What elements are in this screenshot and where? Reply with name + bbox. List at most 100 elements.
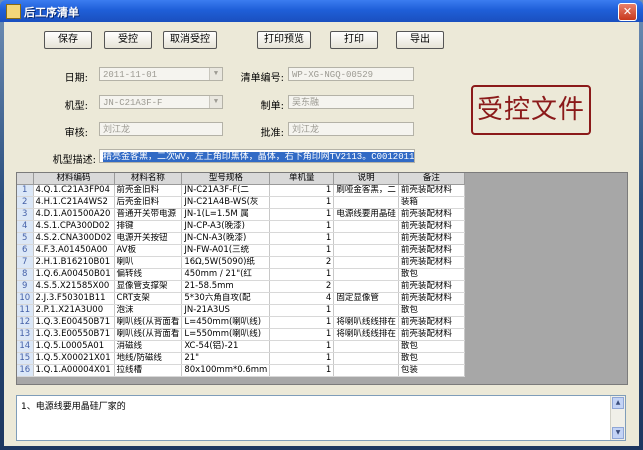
column-header[interactable]	[17, 173, 34, 185]
table-cell[interactable]: 喇叭线(从背面看	[114, 316, 183, 329]
table-cell[interactable]	[333, 256, 399, 269]
table-cell[interactable]: 喇叭	[114, 256, 183, 269]
table-cell[interactable]: 电源开关按钮	[114, 232, 183, 245]
title-bar[interactable]: 后工序清单 ✕	[0, 0, 643, 22]
table-cell[interactable]	[333, 280, 399, 293]
scroll-down-icon[interactable]: ▼	[612, 427, 624, 439]
table-cell[interactable]: JN-C21A3F-F(二	[181, 184, 271, 197]
table-row[interactable]: 14 1.Q.5.L0005A01 消磁线 XC-54(铝)-21 1 散包	[17, 340, 465, 353]
table-cell[interactable]: 普通开关带电源	[114, 208, 183, 221]
table-cell[interactable]: 1	[269, 244, 335, 257]
table-row[interactable]: 10 2.J.3.F50301B11 CRT支架 5*30六角自攻(配 4 固定显像管 前壳…	[17, 292, 465, 305]
table-cell[interactable]: 泡沫	[114, 304, 183, 317]
table-cell[interactable]: 前壳装配材料	[398, 292, 465, 305]
row-number[interactable]: 7	[17, 256, 34, 269]
table-cell[interactable]: 450mm / 21"(红	[181, 268, 271, 281]
table-cell[interactable]: 前壳装配材料	[398, 316, 465, 329]
table-row[interactable]: 3 4.D.1.A01500A20 普通开关带电源 JN-1(L=1.5M 属 1 电源线…	[17, 208, 465, 221]
table-cell[interactable]: 刷哑金客黑，二	[333, 184, 399, 197]
row-number[interactable]: 2	[17, 196, 34, 209]
export-button[interactable]: 导出	[396, 31, 444, 49]
table-row[interactable]: 9 4.S.5.X21585X00 显像管支撑架 21-58.5mm 2 前壳装配材料	[17, 280, 465, 293]
table-cell[interactable]: 包装	[398, 364, 465, 377]
table-cell[interactable]: 4.S.2.CNA300D02	[33, 232, 115, 245]
table-cell[interactable]: 4.F.3.A01450A00	[33, 244, 115, 257]
table-cell[interactable]: 偏转线	[114, 268, 183, 281]
row-number[interactable]: 3	[17, 208, 34, 221]
table-cell[interactable]: 1	[269, 340, 335, 353]
table-cell[interactable]: 前壳装配材料	[398, 244, 465, 257]
table-cell[interactable]: 将喇叭线线排在	[333, 328, 399, 341]
row-number[interactable]: 15	[17, 352, 34, 365]
table-cell[interactable]: 前壳装配材料	[398, 280, 465, 293]
print-preview-button[interactable]: 打印预览	[257, 31, 311, 49]
desc-field[interactable]: 精亮金客黑，二次WV，左上角印黑体，晶体，右下角印网TV2113。C001201…	[99, 149, 415, 163]
table-row[interactable]: 15 1.Q.5.X00021X01 地线/防磁线 21" 1 散包	[17, 352, 465, 365]
table-row[interactable]: 7 2.H.1.B16210B01 喇叭 16Ω,5W(5090)纸 2 前壳装配材料	[17, 256, 465, 269]
table-cell[interactable]	[333, 352, 399, 365]
materials-grid[interactable]: 材料编码 材料名称 型号规格 单机量 说明 备注 1 4.Q.1.C21A3FP04 前壳金旧…	[16, 172, 628, 385]
table-cell[interactable]: 前壳装配材料	[398, 328, 465, 341]
table-cell[interactable]: 2.J.3.F50301B11	[33, 292, 115, 305]
row-number[interactable]: 11	[17, 304, 34, 317]
table-cell[interactable]: 2.H.1.B16210B01	[33, 256, 115, 269]
table-cell[interactable]: L=550mm(喇叭线)	[181, 328, 271, 341]
table-cell[interactable]: 前壳金旧料	[114, 184, 183, 197]
model-field[interactable]: JN-C21A3F-F ▼	[99, 95, 223, 109]
table-cell[interactable]: 21-58.5mm	[181, 280, 271, 293]
table-row[interactable]: 6 4.F.3.A01450A00 AV板 JN-FW-A01(三统 1 前壳装配材料	[17, 244, 465, 257]
row-number[interactable]: 4	[17, 220, 34, 233]
remarks-textarea[interactable]: 1、电源线要用晶硅厂家的 ▲ ▼	[16, 395, 626, 441]
table-row[interactable]: 4 4.S.1.CPA300D02 排键 JN-CP-A3(晚漆) 1 前壳装配材料	[17, 220, 465, 233]
chevron-down-icon[interactable]: ▼	[209, 68, 222, 80]
table-cell[interactable]: 1	[269, 232, 335, 245]
row-number[interactable]: 12	[17, 316, 34, 329]
table-cell[interactable]: 1	[269, 304, 335, 317]
table-cell[interactable]: 1	[269, 364, 335, 377]
close-button[interactable]: ✕	[618, 3, 637, 21]
table-cell[interactable]: 1.Q.6.A00450B01	[33, 268, 115, 281]
table-cell[interactable]: 散包	[398, 340, 465, 353]
table-cell[interactable]: 前壳装配材料	[398, 184, 465, 197]
table-cell[interactable]: 1	[269, 208, 335, 221]
table-cell[interactable]: 前壳装配材料	[398, 256, 465, 269]
table-cell[interactable]: 装箱	[398, 196, 465, 209]
table-cell[interactable]: 喇叭线(从背面看	[114, 328, 183, 341]
table-cell[interactable]	[333, 220, 399, 233]
column-header[interactable]: 单机量	[269, 173, 335, 185]
approve-field[interactable]: 刘江龙	[288, 122, 414, 136]
table-cell[interactable]: JN-C21A4B-WS(灰	[181, 196, 271, 209]
table-cell[interactable]: 1	[269, 184, 335, 197]
table-cell[interactable]: JN-1(L=1.5M 属	[181, 208, 271, 221]
table-row[interactable]: 11 2.P.1.X21A3U00 泡沫 JN-21A3US 1 散包	[17, 304, 465, 317]
table-cell[interactable]: 5*30六角自攻(配	[181, 292, 271, 305]
row-number[interactable]: 5	[17, 232, 34, 245]
table-cell[interactable]: 21"	[181, 352, 271, 365]
row-number[interactable]: 13	[17, 328, 34, 341]
chevron-down-icon[interactable]: ▼	[209, 96, 222, 108]
row-number[interactable]: 16	[17, 364, 34, 377]
table-row[interactable]: 13 1.Q.3.E00550B71 喇叭线(从背面看 L=550mm(喇叭线) 1 将喇…	[17, 328, 465, 341]
table-cell[interactable]: 1.Q.5.L0005A01	[33, 340, 115, 353]
table-cell[interactable]: 1.Q.3.E00550B71	[33, 328, 115, 341]
table-cell[interactable]: 1	[269, 268, 335, 281]
row-number[interactable]: 8	[17, 268, 34, 281]
table-cell[interactable]: 1	[269, 352, 335, 365]
row-number[interactable]: 10	[17, 292, 34, 305]
table-cell[interactable]: 1.Q.1.A00004X01	[33, 364, 115, 377]
table-cell[interactable]: 散包	[398, 352, 465, 365]
table-cell[interactable]: 16Ω,5W(5090)纸	[181, 256, 271, 269]
table-cell[interactable]	[333, 268, 399, 281]
table-cell[interactable]: 固定显像管	[333, 292, 399, 305]
table-cell[interactable]: 4.D.1.A01500A20	[33, 208, 115, 221]
table-cell[interactable]: 4.S.5.X21585X00	[33, 280, 115, 293]
table-cell[interactable]: 将喇叭线线排在	[333, 316, 399, 329]
table-cell[interactable]: 4.Q.1.C21A3FP04	[33, 184, 115, 197]
maker-field[interactable]: 吴东融	[288, 95, 414, 109]
table-cell[interactable]: 排键	[114, 220, 183, 233]
table-row[interactable]: 2 4.H.1.C21A4WS2 后壳金旧料 JN-C21A4B-WS(灰 1 装箱	[17, 196, 465, 209]
table-cell[interactable]	[333, 304, 399, 317]
table-cell[interactable]: 1	[269, 316, 335, 329]
table-cell[interactable]: JN-CP-A3(晚漆)	[181, 220, 271, 233]
scrollbar[interactable]: ▲ ▼	[610, 396, 625, 440]
